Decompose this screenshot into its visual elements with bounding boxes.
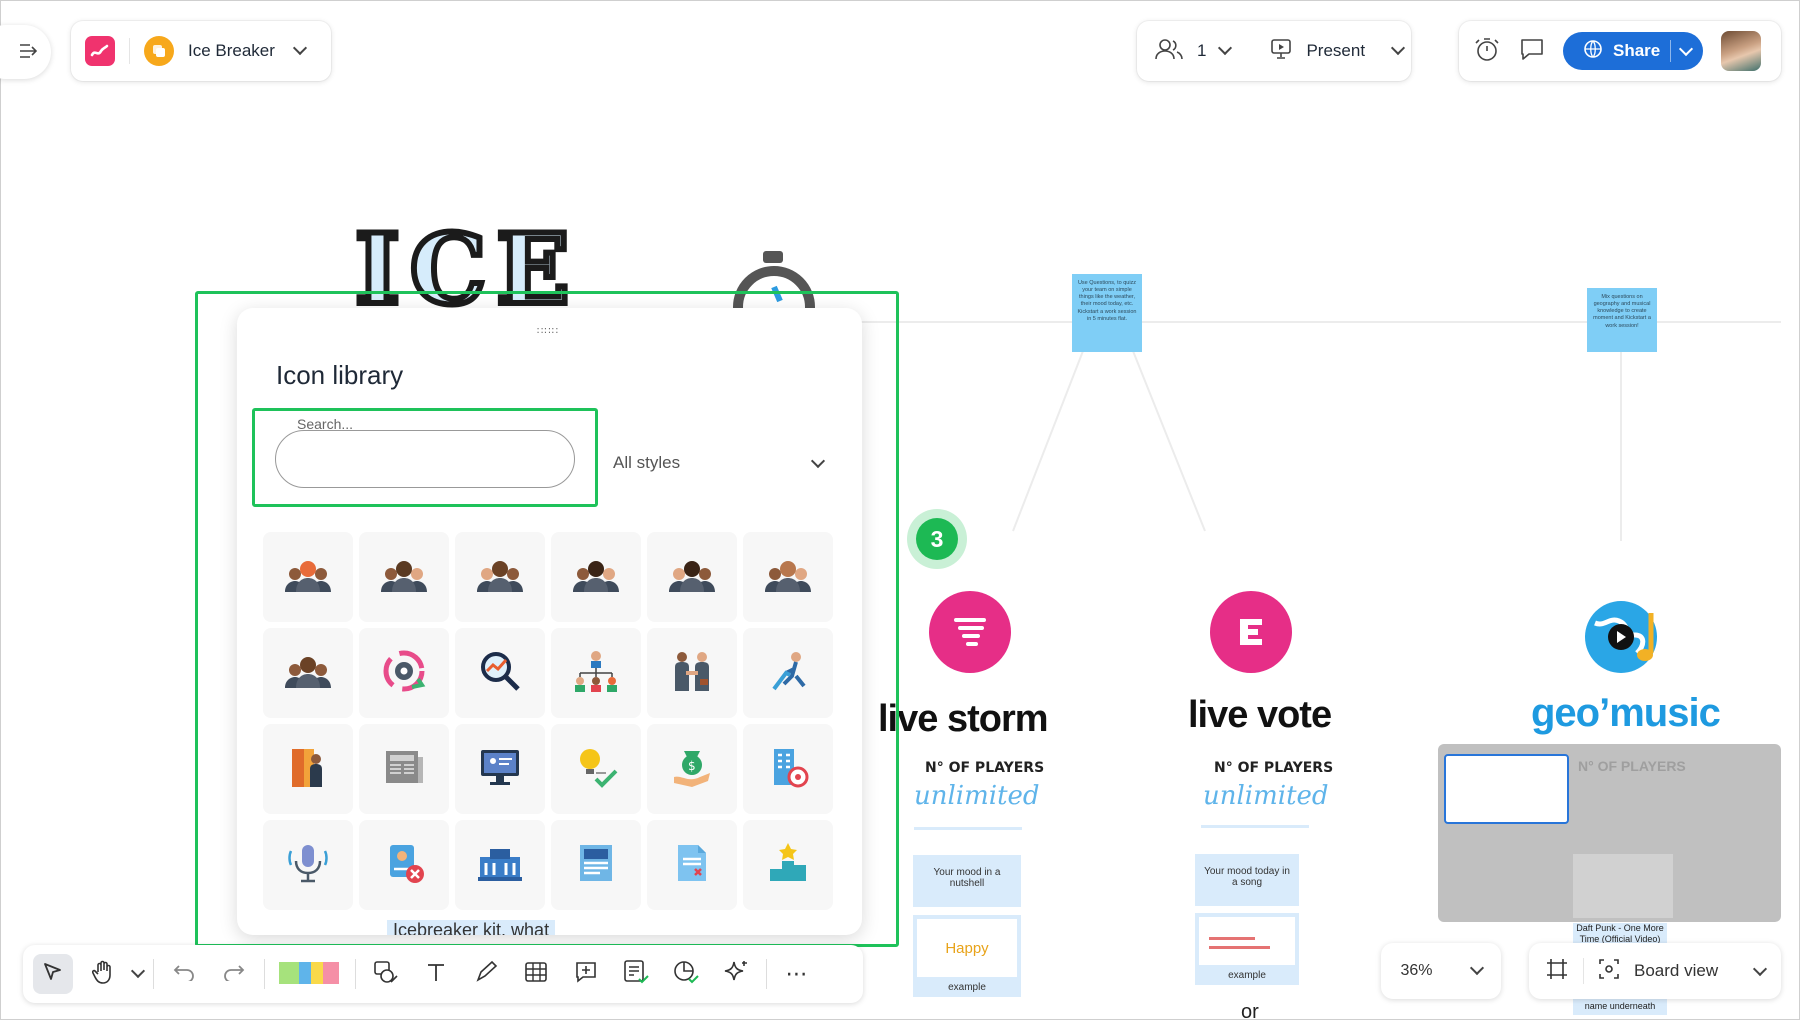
board-icon	[144, 36, 174, 66]
board-view-chevron-icon[interactable]	[1752, 959, 1768, 979]
live-storm-logo-icon	[929, 591, 1011, 673]
comment-tool-button[interactable]	[566, 954, 606, 994]
apps-button[interactable]	[666, 954, 706, 994]
board-minimap[interactable]: N° OF PLAYERS	[1438, 744, 1781, 922]
pen-tool-button[interactable]	[466, 954, 506, 994]
present-button[interactable]: Present	[1306, 41, 1365, 61]
user-avatar[interactable]	[1721, 31, 1762, 71]
step-badge-3: 3	[907, 509, 967, 569]
example-card[interactable]: example	[1195, 913, 1299, 985]
table-icon	[524, 961, 548, 988]
share-card: Share	[1459, 21, 1781, 81]
pen-icon	[474, 960, 498, 989]
players-value: unlimited	[914, 781, 1040, 811]
divider	[1201, 825, 1309, 828]
video-caption: Daft Punk - One More Time (Official Vide…	[1573, 923, 1667, 945]
app-name-live-storm: live storm	[878, 698, 1049, 740]
prompt-card[interactable]: Your mood today in a song	[1195, 854, 1299, 906]
app-name-live-vote: live vote	[1188, 694, 1332, 736]
prompt-card[interactable]: Your mood in a nutshell	[913, 855, 1021, 907]
geo-music-logo-icon	[1581, 593, 1677, 679]
zoom-level: 36%	[1400, 962, 1433, 979]
ai-assist-button[interactable]	[716, 954, 756, 994]
or-text: or	[1241, 1001, 1259, 1020]
divider	[914, 827, 1022, 830]
shapes-icon	[373, 960, 399, 989]
undo-button[interactable]	[164, 954, 204, 994]
sticky-notes-icon	[277, 958, 343, 991]
table-tool-button[interactable]	[516, 954, 556, 994]
redo-button[interactable]	[214, 954, 254, 994]
undo-icon	[173, 963, 195, 986]
app-name-geo-music: geo’music	[1531, 691, 1721, 735]
example-card[interactable]: Happy example	[913, 915, 1021, 997]
app-logo-icon[interactable]	[85, 36, 115, 66]
collaborators-count: 1	[1197, 41, 1207, 60]
sidebar-toggle-button[interactable]	[0, 25, 51, 79]
bottom-toolbar: ⋯	[23, 945, 863, 1003]
geo-connector	[1620, 351, 1622, 541]
share-label: Share	[1613, 41, 1661, 60]
hand-icon	[91, 960, 114, 989]
cursor-icon	[42, 961, 64, 988]
step-4-highlight-frame	[252, 408, 598, 507]
comments-icon[interactable]	[1519, 37, 1545, 66]
text-icon	[425, 961, 447, 988]
players-label: N° OF PLAYERS	[1214, 760, 1334, 776]
step-3-highlight-frame	[195, 291, 899, 947]
present-options-chevron-icon[interactable]	[1390, 40, 1406, 58]
more-dots-icon: ⋯	[785, 961, 809, 986]
sparkle-icon	[723, 959, 749, 990]
comment-add-icon	[574, 960, 598, 989]
view-controls: Board view	[1529, 943, 1781, 999]
pie-check-icon	[673, 959, 699, 990]
board-view-button[interactable]: Board view	[1634, 961, 1718, 981]
minimap-viewport[interactable]	[1444, 754, 1569, 824]
players-label: N° OF PLAYERS	[925, 760, 1045, 776]
board-menu-chevron-icon[interactable]	[292, 40, 308, 58]
step-number: 3	[916, 518, 958, 560]
hand-options-chevron-icon[interactable]	[130, 963, 146, 981]
template-check-icon	[623, 959, 649, 990]
shapes-tool-button[interactable]	[366, 954, 406, 994]
timer-icon[interactable]	[1473, 36, 1501, 67]
word-cloud-preview: Happy	[945, 939, 989, 957]
frame-icon[interactable]	[1545, 957, 1569, 986]
board-title-card: Ice Breaker	[71, 21, 331, 81]
board-view-icon[interactable]	[1598, 958, 1620, 985]
sidebar-expand-icon	[19, 41, 38, 64]
zoom-control[interactable]: 36%	[1381, 943, 1501, 999]
video-thumbnail	[1573, 854, 1673, 918]
redo-icon	[223, 963, 245, 986]
example-label: example	[1228, 970, 1266, 981]
players-value: unlimited	[1203, 781, 1329, 811]
live-vote-logo-icon	[1210, 591, 1292, 673]
share-options-chevron-icon[interactable]	[1679, 39, 1694, 59]
video-footer: name underneath	[1573, 997, 1667, 1015]
hand-tool-button[interactable]	[83, 954, 123, 994]
collaborators-chevron-icon[interactable]	[1218, 40, 1233, 58]
globe-lock-icon	[1583, 39, 1603, 64]
sticky-connectors	[1012, 350, 1206, 532]
sticky-note[interactable]: Mix questions on geography and musical k…	[1587, 288, 1657, 352]
select-tool-button[interactable]	[33, 954, 73, 994]
share-button[interactable]: Share	[1563, 32, 1704, 70]
templates-button[interactable]	[616, 954, 656, 994]
players-label: N° OF PLAYERS	[1578, 758, 1686, 774]
zoom-chevron-icon	[1469, 960, 1484, 978]
text-tool-button[interactable]	[416, 954, 456, 994]
board-title[interactable]: Ice Breaker	[188, 41, 275, 61]
more-tools-button[interactable]: ⋯	[777, 954, 817, 994]
present-icon[interactable]	[1270, 38, 1292, 65]
sticky-note[interactable]: Use Questions, to quizz your team on sim…	[1072, 274, 1142, 352]
collaborators-icon[interactable]	[1155, 38, 1183, 65]
example-label: example	[948, 982, 986, 993]
collab-present-card: 1 Present	[1137, 21, 1411, 81]
sticky-notes-button[interactable]	[275, 954, 345, 994]
